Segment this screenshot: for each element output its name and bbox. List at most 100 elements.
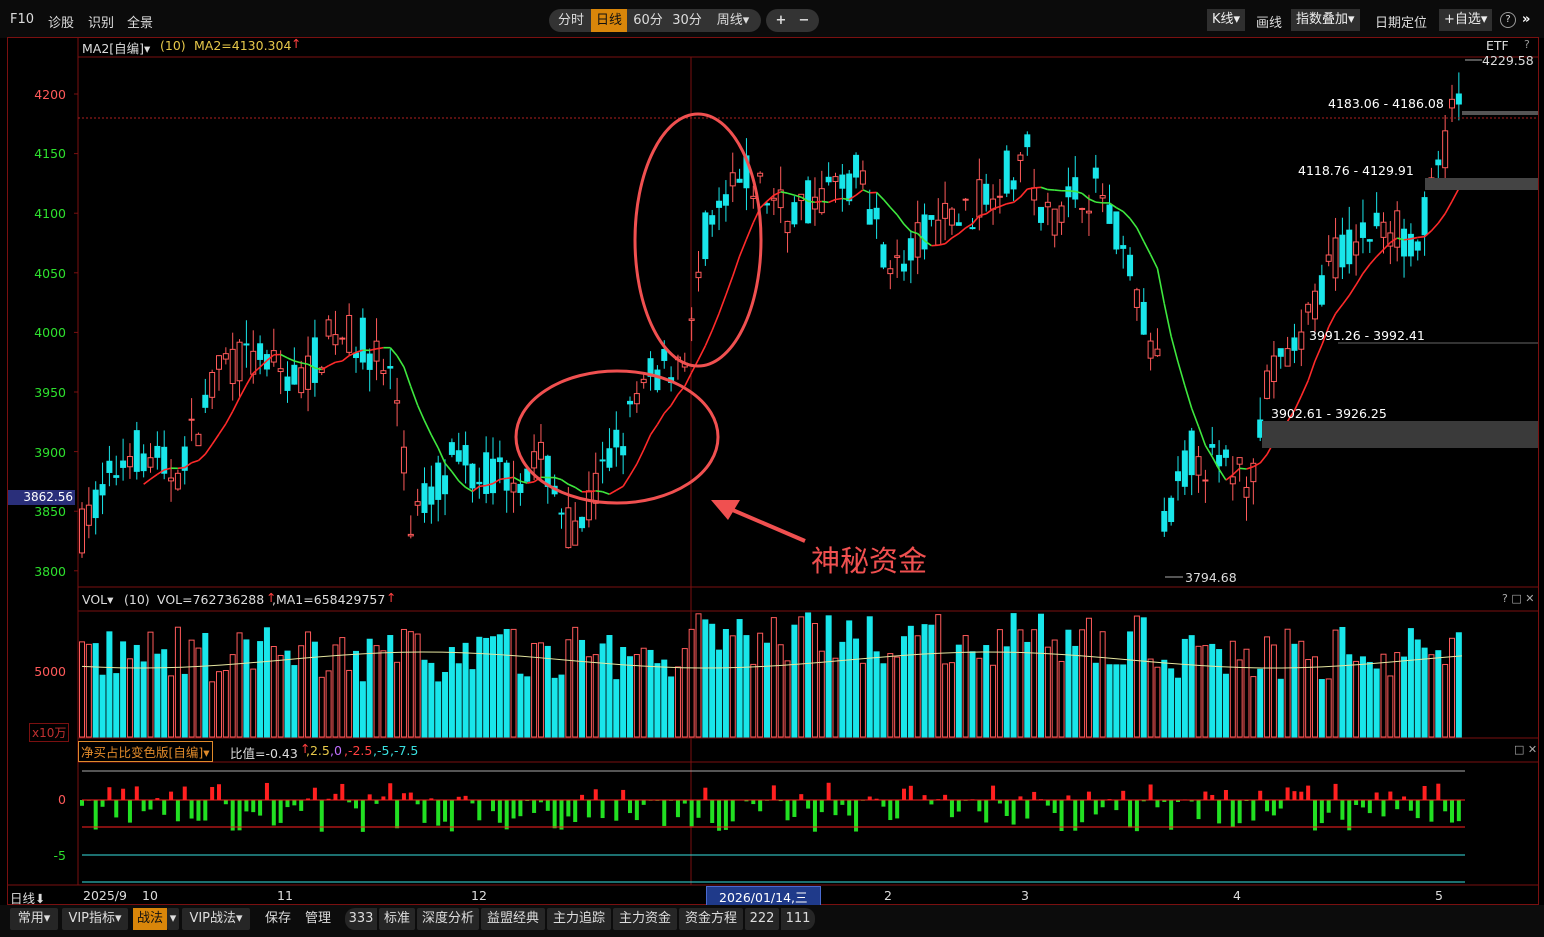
ratio-bar xyxy=(895,800,900,819)
candle-body xyxy=(935,219,942,246)
template-classic[interactable]: 益盟经典 xyxy=(481,908,545,930)
candle-body xyxy=(503,462,510,491)
volume-bar xyxy=(1113,664,1120,738)
ma-line-segment xyxy=(1403,237,1412,241)
ratio-bar xyxy=(997,800,1002,804)
panel-help-icon[interactable]: ? xyxy=(1524,38,1530,51)
ratio-bar xyxy=(826,782,831,800)
ratio-bar xyxy=(634,800,639,821)
ratio-bar xyxy=(840,800,845,805)
ma-line-segment xyxy=(814,200,822,204)
candle-body xyxy=(400,446,407,474)
ratio-bar xyxy=(1148,784,1153,800)
candle-body xyxy=(928,215,935,220)
ratio-bar xyxy=(1402,796,1407,800)
volume-bar xyxy=(1243,648,1250,738)
high-price-label: 4229.58 xyxy=(1482,53,1534,68)
zone-band xyxy=(1425,178,1538,190)
candle-body xyxy=(1229,476,1236,485)
ratio-bar xyxy=(902,788,906,800)
save-button[interactable]: 保存 xyxy=(260,908,296,930)
ratio-bar xyxy=(182,786,187,800)
ratio-panel-controls[interactable]: □ ✕ xyxy=(1514,743,1537,756)
volume-bar xyxy=(606,635,613,738)
ratio-bar xyxy=(141,800,146,812)
ratio-bar xyxy=(1422,785,1427,800)
indicator-name[interactable]: MA2[自编]▾ xyxy=(82,38,150,57)
template-deep-analysis[interactable]: 深度分析 xyxy=(417,908,479,930)
ma-line-segment xyxy=(204,443,213,455)
volume-bar xyxy=(195,647,202,738)
candle-body xyxy=(1257,419,1264,438)
annotation-arrow xyxy=(727,506,806,543)
candle-body xyxy=(387,366,394,369)
ratio-bar xyxy=(1128,800,1133,828)
tactic-tab[interactable]: 战法 xyxy=(133,908,167,930)
common-menu[interactable]: 常用▾ xyxy=(10,908,58,930)
ratio-bar xyxy=(867,796,872,800)
candle-body xyxy=(1092,167,1099,179)
volume-bar xyxy=(1366,661,1373,738)
ratio-bar xyxy=(771,785,776,800)
volume-bar xyxy=(1010,613,1017,738)
template-fund-equation[interactable]: 资金方程 xyxy=(679,908,743,930)
volume-bar xyxy=(1250,676,1257,738)
candle-body xyxy=(202,394,209,408)
volume-bar xyxy=(1312,656,1318,738)
candle-body xyxy=(702,212,709,260)
candle-body xyxy=(1079,207,1086,210)
vol-indicator-name[interactable]: VOL▾ xyxy=(82,592,113,607)
ratio-bar xyxy=(1004,800,1009,816)
ratio-bar xyxy=(614,800,619,821)
ratio-bar xyxy=(792,800,797,817)
ratio-bar xyxy=(1333,783,1338,800)
volume-bar xyxy=(1195,645,1202,738)
ratio-bar xyxy=(1354,800,1359,805)
volume-bar xyxy=(1044,646,1051,738)
zone-band xyxy=(1462,111,1538,115)
template-main-force-funds[interactable]: 主力资金 xyxy=(613,908,677,930)
vip-tactic-menu[interactable]: VIP战法▾ xyxy=(182,908,250,930)
vip-indicator-menu[interactable]: VIP指标▾ xyxy=(62,908,128,930)
kline-chart[interactable] xyxy=(0,0,1544,905)
ma-line-segment xyxy=(1444,200,1453,215)
volume-bar xyxy=(1175,677,1181,738)
ratio-bar xyxy=(696,800,701,818)
volume-bar xyxy=(1394,652,1401,738)
template-333[interactable]: 333 xyxy=(345,908,377,930)
template-111[interactable]: 111 xyxy=(781,908,815,930)
candle-body xyxy=(414,501,421,506)
zone-label: 4183.06 - 4186.08 xyxy=(1328,96,1444,111)
candle-body xyxy=(969,227,976,230)
candle-body xyxy=(298,367,305,394)
candle-body xyxy=(757,172,764,177)
template-main-force-track[interactable]: 主力追踪 xyxy=(547,908,611,930)
volume-bar xyxy=(85,643,92,738)
volume-bar xyxy=(1325,678,1332,738)
ratio-indicator-name[interactable]: 净买占比变色版[自编]▾ xyxy=(78,741,213,762)
volume-bar xyxy=(168,675,175,738)
ratio-bar xyxy=(1018,796,1023,800)
volume-bar xyxy=(579,639,586,738)
ratio-bar xyxy=(470,800,475,804)
volume-bar xyxy=(503,628,510,738)
candle-body xyxy=(832,176,839,183)
template-222[interactable]: 222 xyxy=(745,908,779,930)
candle-body xyxy=(729,172,736,187)
volume-bar xyxy=(613,679,620,738)
candle-body xyxy=(1161,510,1168,532)
ma-line-segment xyxy=(568,483,576,489)
template-standard[interactable]: 标准 xyxy=(379,908,415,930)
volume-bar xyxy=(483,637,490,738)
candle-body xyxy=(948,208,955,226)
ma-line-segment xyxy=(1334,304,1344,315)
manage-button[interactable]: 管理 xyxy=(300,908,336,930)
tactic-dropdown[interactable]: ▾ xyxy=(167,908,179,930)
vol-panel-controls[interactable]: ? □ ✕ xyxy=(1502,592,1534,605)
volume-bar xyxy=(969,651,976,738)
ratio-bar xyxy=(1230,800,1235,828)
ratio-bar xyxy=(312,787,317,800)
candle-body xyxy=(1031,187,1038,201)
candle-body xyxy=(1195,456,1202,476)
candle-body xyxy=(1270,355,1277,383)
